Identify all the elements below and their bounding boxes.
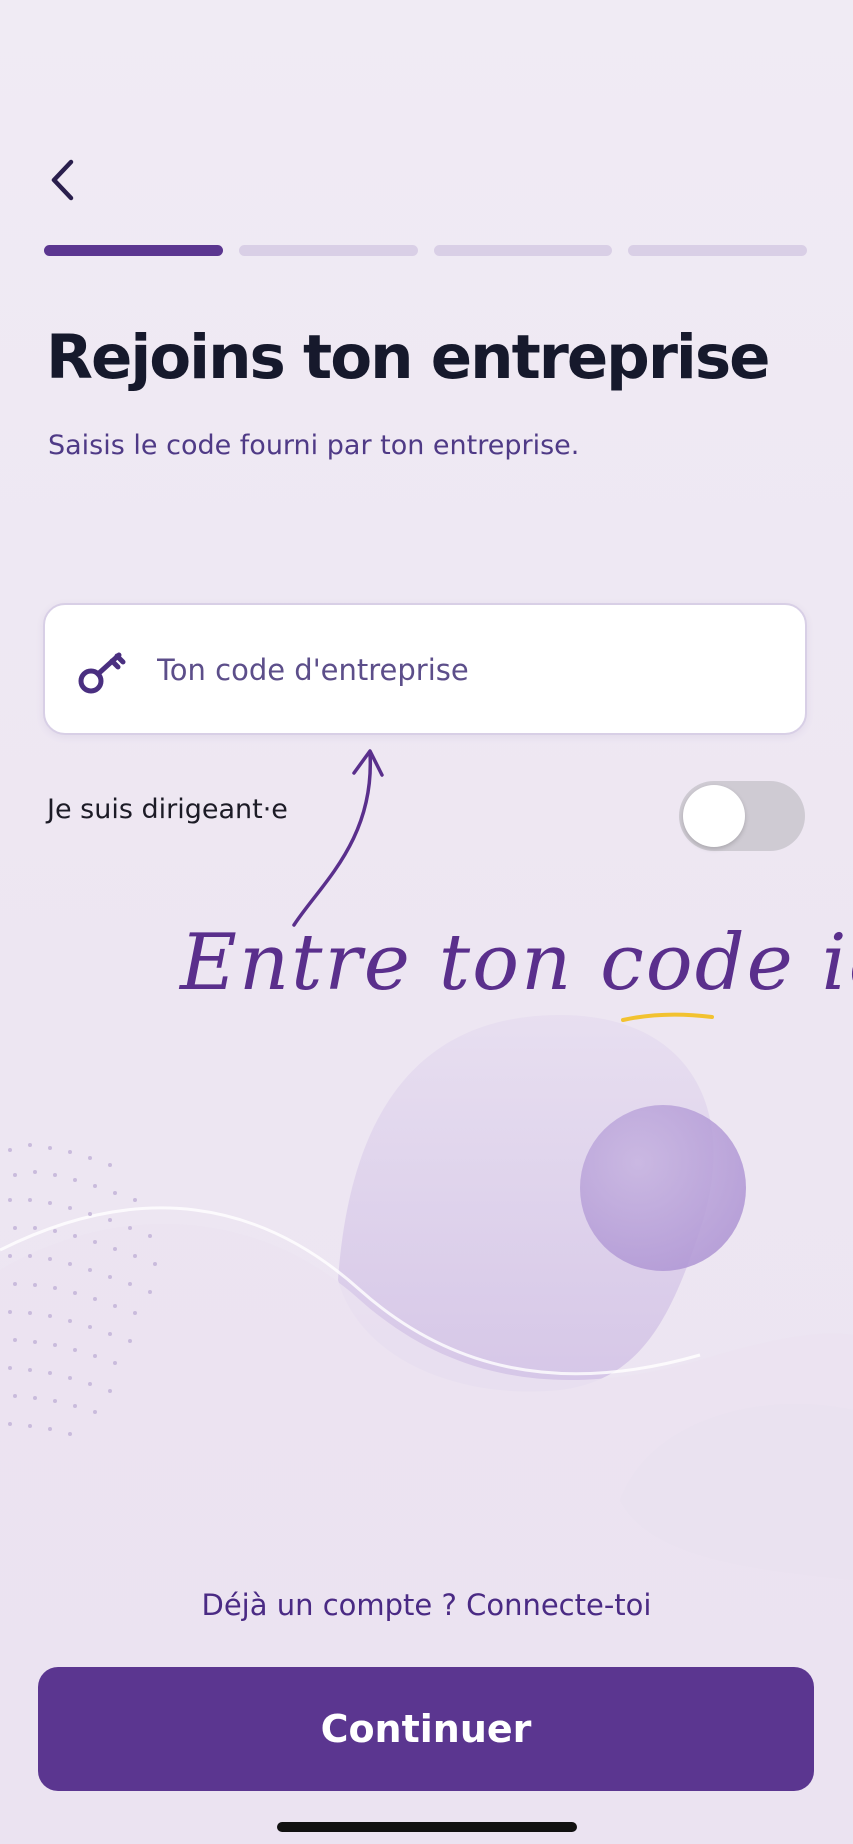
progress-step-1	[44, 245, 223, 256]
login-link[interactable]: Déjà un compte ? Connecte-toi	[0, 1588, 853, 1622]
page-title: Rejoins ton entreprise	[46, 322, 771, 393]
back-button[interactable]	[40, 150, 84, 210]
hint-arrow-icon	[292, 749, 384, 927]
page-subtitle: Saisis le code fourni par ton entreprise…	[48, 430, 580, 461]
hint-underline	[621, 1012, 714, 1022]
chevron-left-icon	[51, 159, 74, 201]
company-code-field[interactable]	[43, 603, 807, 735]
progress-step-4	[628, 245, 807, 256]
progress-step-3	[433, 245, 613, 256]
continue-button[interactable]: Continuer	[38, 1667, 814, 1791]
login-link-text[interactable]: Connecte-toi	[466, 1588, 651, 1622]
circle-shape	[580, 1105, 746, 1271]
progress-step-2	[238, 245, 418, 256]
toggle-knob	[683, 785, 745, 847]
company-code-input[interactable]	[155, 635, 779, 705]
hint-handwritten-text: Entre ton code ici	[180, 918, 853, 1008]
join-company-screen: Rejoins ton entreprise Saisis le code fo…	[0, 0, 853, 1844]
manager-toggle-label: Je suis dirigeant·e	[47, 794, 288, 825]
progress-indicator	[44, 245, 807, 256]
login-prompt-text: Déjà un compte ?	[201, 1588, 467, 1622]
manager-toggle[interactable]	[679, 781, 805, 851]
home-indicator	[277, 1822, 577, 1832]
key-icon	[78, 652, 126, 694]
